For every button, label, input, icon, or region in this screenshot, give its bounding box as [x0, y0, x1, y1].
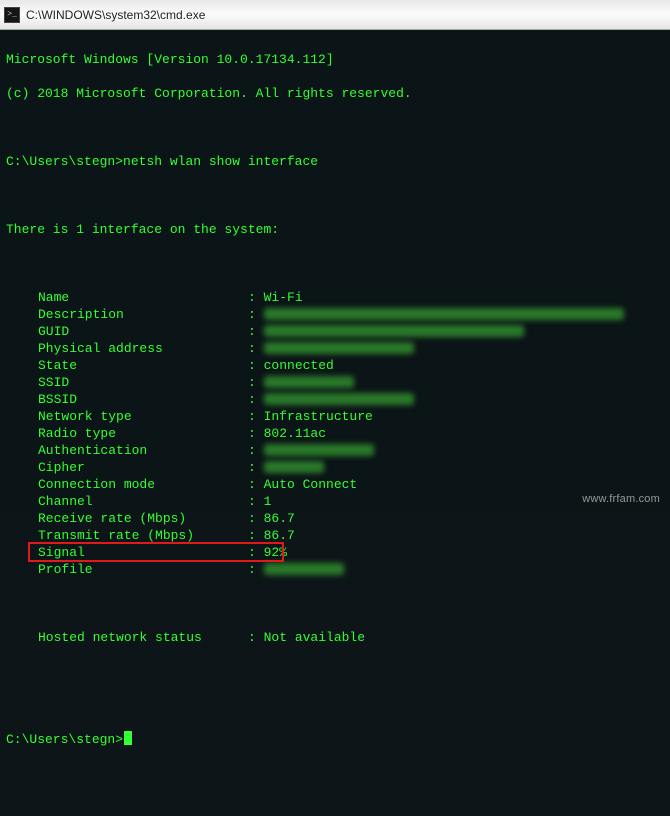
- interface-row: Channel: 1: [6, 493, 664, 510]
- row-value: 86.7: [264, 510, 295, 527]
- row-value: [264, 391, 272, 408]
- row-value: 92%: [264, 544, 287, 561]
- window-title-bar[interactable]: >_ C:\WINDOWS\system32\cmd.exe: [0, 0, 670, 30]
- interface-row: Name: Wi-Fi: [6, 289, 664, 306]
- prompt-path: C:\Users\stegn>: [6, 153, 123, 170]
- hosted-value: Not available: [264, 629, 365, 646]
- row-label: GUID: [38, 324, 69, 339]
- interface-row: Network type: Infrastructure: [6, 408, 664, 425]
- row-label: Receive rate (Mbps): [38, 511, 186, 526]
- row-value: [264, 442, 272, 459]
- blank-line: [6, 119, 664, 136]
- hosted-label: Hosted network status: [38, 630, 202, 645]
- blank-line: [6, 255, 664, 272]
- row-value: 1: [264, 493, 272, 510]
- row-label: State: [38, 358, 77, 373]
- interface-row: State: connected: [6, 357, 664, 374]
- interface-row: Profile:: [6, 561, 664, 578]
- row-label: Network type: [38, 409, 132, 424]
- row-label: Physical address: [38, 341, 163, 356]
- row-label: Authentication: [38, 443, 147, 458]
- row-label: Transmit rate (Mbps): [38, 528, 194, 543]
- row-value: Infrastructure: [264, 408, 373, 425]
- row-label: Channel: [38, 494, 93, 509]
- prompt-command: netsh wlan show interface: [123, 153, 318, 170]
- row-label: Connection mode: [38, 477, 155, 492]
- row-label: Cipher: [38, 460, 85, 475]
- prompt-path: C:\Users\stegn>: [6, 731, 123, 748]
- interface-row: Description:: [6, 306, 664, 323]
- row-value: [264, 561, 272, 578]
- blank-line: [6, 663, 664, 680]
- interface-row: Transmit rate (Mbps): 86.7: [6, 527, 664, 544]
- interface-row: Cipher:: [6, 459, 664, 476]
- blank-line: [6, 187, 664, 204]
- interface-header: There is 1 interface on the system:: [6, 221, 664, 238]
- row-value: [264, 323, 272, 340]
- row-value: 802.11ac: [264, 425, 326, 442]
- hosted-network-row: Hosted network status: Not available: [6, 629, 664, 646]
- row-label: Profile: [38, 562, 93, 577]
- interface-row: Physical address:: [6, 340, 664, 357]
- interface-row: SSID:: [6, 374, 664, 391]
- interface-row: Signal: 92%: [6, 544, 664, 561]
- row-value: Wi-Fi: [264, 289, 303, 306]
- interface-row: Receive rate (Mbps): 86.7: [6, 510, 664, 527]
- banner-line1: Microsoft Windows [Version 10.0.17134.11…: [6, 51, 664, 68]
- row-value: 86.7: [264, 527, 295, 544]
- row-label: BSSID: [38, 392, 77, 407]
- row-label: Description: [38, 307, 124, 322]
- row-label: Signal: [38, 545, 85, 560]
- row-value: Auto Connect: [264, 476, 358, 493]
- row-value: [264, 459, 272, 476]
- window-title: C:\WINDOWS\system32\cmd.exe: [26, 8, 205, 22]
- interface-row: Radio type: 802.11ac: [6, 425, 664, 442]
- row-value: connected: [264, 357, 334, 374]
- cmd-icon: >_: [4, 7, 20, 23]
- watermark: www.frfam.com: [582, 491, 660, 508]
- row-label: Radio type: [38, 426, 116, 441]
- blank-line: [6, 595, 664, 612]
- row-value: [264, 340, 272, 357]
- prompt-line-2[interactable]: C:\Users\stegn>: [6, 731, 664, 748]
- interface-row: Authentication:: [6, 442, 664, 459]
- prompt-line: C:\Users\stegn>netsh wlan show interface: [6, 153, 664, 170]
- interface-row: BSSID:: [6, 391, 664, 408]
- terminal-output[interactable]: Microsoft Windows [Version 10.0.17134.11…: [0, 30, 670, 512]
- blank-line: [6, 697, 664, 714]
- row-value: [264, 306, 272, 323]
- row-label: Name: [38, 290, 69, 305]
- text-cursor: [124, 731, 132, 745]
- interface-row: Connection mode: Auto Connect: [6, 476, 664, 493]
- row-label: SSID: [38, 375, 69, 390]
- row-value: [264, 374, 272, 391]
- banner-line2: (c) 2018 Microsoft Corporation. All righ…: [6, 85, 664, 102]
- interface-row: GUID:: [6, 323, 664, 340]
